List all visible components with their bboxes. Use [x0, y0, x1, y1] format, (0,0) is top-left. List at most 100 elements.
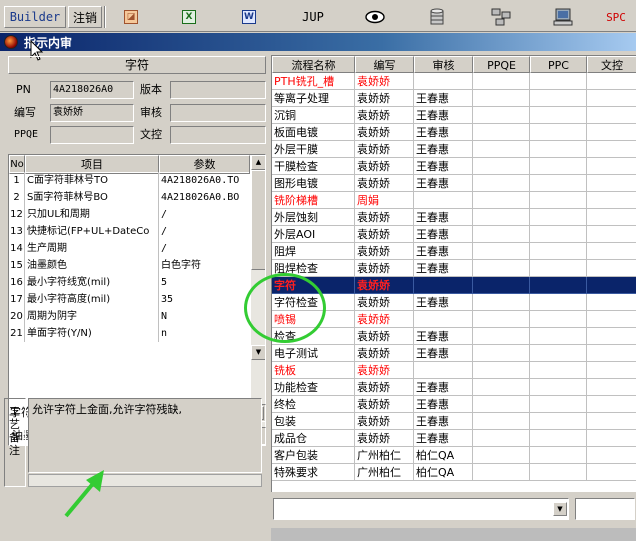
jup-button[interactable]: JUP — [290, 6, 336, 28]
col-ppqe-header[interactable]: PPQE — [473, 56, 530, 73]
notes-label-box: 工艺备注 — [4, 398, 26, 487]
flow-row[interactable]: 干膜检查 袁娇娇 王春惠 — [272, 158, 636, 175]
flow-row[interactable]: 电子测试 袁娇娇 王春惠 — [272, 345, 636, 362]
ppqe-cell — [473, 209, 530, 226]
spc-button[interactable]: SPC — [598, 6, 634, 28]
flow-row[interactable]: 字符检查 袁娇娇 王春惠 — [272, 294, 636, 311]
param-row[interactable]: 21 单面字符(Y/N) n — [9, 325, 250, 342]
author-cell: 袁娇娇 — [355, 158, 414, 175]
ppc-cell — [530, 260, 587, 277]
flow-row[interactable]: 特殊要求 广州柏仁 柏仁QA — [272, 464, 636, 481]
flow-row[interactable]: PTH铣孔_槽 袁娇娇 — [272, 73, 636, 90]
filter-input[interactable] — [575, 498, 635, 520]
flow-row[interactable]: 外层蚀刻 袁娇娇 王春惠 — [272, 209, 636, 226]
reviewer-cell: 王春惠 — [414, 260, 473, 277]
control-cell — [587, 260, 636, 277]
param-row[interactable]: 17 最小字符高度(mil) 35 — [9, 291, 250, 308]
flow-row[interactable]: 功能检查 袁娇娇 王春惠 — [272, 379, 636, 396]
flow-row[interactable]: 图形电镀 袁娇娇 王春惠 — [272, 175, 636, 192]
flow-row[interactable]: 客户包装 广州柏仁 柏仁QA — [272, 447, 636, 464]
logout-button[interactable]: 注销 — [68, 6, 102, 28]
col-control-header[interactable]: 文控 — [587, 56, 636, 73]
flow-row[interactable]: 板面电镀 袁娇娇 王春惠 — [272, 124, 636, 141]
param-row[interactable]: 20 周期为阴字 N — [9, 308, 250, 325]
app-icon[interactable] — [4, 35, 18, 49]
flow-row[interactable]: 沉铜 袁娇娇 王春惠 — [272, 107, 636, 124]
param-row[interactable]: 13 快捷标记(FP+UL+DateCo / — [9, 223, 250, 240]
word-button[interactable]: W — [226, 6, 272, 28]
col-reviewer-header[interactable]: 审核 — [414, 56, 473, 73]
builder-button[interactable]: Builder — [4, 6, 66, 28]
flow-row[interactable]: 检查 袁娇娇 王春惠 — [272, 328, 636, 345]
param-row[interactable]: 2 S面字符菲林号BO 4A218026A0.BO — [9, 189, 250, 206]
ppc-cell — [530, 107, 587, 124]
flow-row[interactable]: 等离子处理 袁娇娇 王春惠 — [272, 90, 636, 107]
eye-button[interactable] — [352, 6, 398, 28]
reviewer-cell: 王春惠 — [414, 90, 473, 107]
review-label: 审核 — [140, 106, 162, 119]
param-value-cell: N — [161, 311, 168, 322]
ppc-cell — [530, 226, 587, 243]
col-ppc-header[interactable]: PPC — [530, 56, 587, 73]
excel-button[interactable]: X — [166, 6, 212, 28]
flow-row[interactable]: 包装 袁娇娇 王春惠 — [272, 413, 636, 430]
database-button[interactable] — [414, 6, 460, 28]
param-row[interactable]: 16 最小字符线宽(mil) 5 — [9, 274, 250, 291]
process-name-cell: 客户包装 — [272, 447, 355, 464]
process-name-cell: 外层干膜 — [272, 141, 355, 158]
ppqe-cell — [473, 328, 530, 345]
flow-row[interactable]: 阻焊 袁娇娇 王春惠 — [272, 243, 636, 260]
ppc-cell — [530, 294, 587, 311]
ppc-cell — [530, 464, 587, 481]
pn-field[interactable]: 4A218026A0 — [50, 81, 134, 99]
param-row[interactable]: 1 C面字符菲林号TO 4A218026A0.TO — [9, 172, 250, 189]
col-author-header[interactable]: 编写 — [355, 56, 414, 73]
ppc-cell — [530, 73, 587, 90]
scroll-up-arrow-icon[interactable]: ▲ — [251, 155, 265, 170]
param-row[interactable]: 15 油墨颜色 白色字符 — [9, 257, 250, 274]
window-titlebar[interactable]: 指示内审 — [0, 33, 636, 51]
review-field[interactable] — [170, 104, 266, 122]
author-cell: 袁娇娇 — [355, 124, 414, 141]
chart-button[interactable]: ◪ — [108, 6, 154, 28]
notes-textarea[interactable]: 允许字符上金面,允许字符残缺, — [28, 398, 262, 473]
control-cell — [587, 158, 636, 175]
ppqe-cell — [473, 175, 530, 192]
flow-row[interactable]: 铣板 袁娇娇 — [272, 362, 636, 379]
dropdown-arrow-icon[interactable]: ▼ — [553, 502, 567, 516]
ppc-cell — [530, 430, 587, 447]
param-row[interactable]: 12 只加UL和周期 / — [9, 206, 250, 223]
author-field[interactable]: 袁娇娇 — [50, 104, 134, 122]
param-value-cell: / — [161, 243, 168, 254]
control-cell — [587, 226, 636, 243]
ppqe-field[interactable] — [50, 126, 134, 144]
flow-row[interactable]: 外层AOI 袁娇娇 王春惠 — [272, 226, 636, 243]
flow-row[interactable]: 字符 袁娇娇 — [272, 277, 636, 294]
control-cell — [587, 362, 636, 379]
control-cell — [587, 447, 636, 464]
filter-select[interactable]: ▼ — [273, 498, 569, 520]
control-field[interactable] — [170, 126, 266, 144]
param-row[interactable]: 14 生产周期 / — [9, 240, 250, 257]
param-item-cell: S面字符菲林号BO — [25, 189, 159, 206]
flow-row[interactable]: 阻焊检查 袁娇娇 王春惠 — [272, 260, 636, 277]
flow-row[interactable]: 终检 袁娇娇 王春惠 — [272, 396, 636, 413]
author-cell: 袁娇娇 — [355, 107, 414, 124]
ppqe-cell — [473, 73, 530, 90]
flow-row[interactable]: 铣阶梯槽 周娟 — [272, 192, 636, 209]
network-button[interactable] — [478, 6, 524, 28]
version-field[interactable] — [170, 81, 266, 99]
scroll-thumb[interactable] — [251, 170, 265, 270]
computer-button[interactable] — [540, 6, 586, 28]
flow-row[interactable]: 喷锡 袁娇娇 — [272, 311, 636, 328]
scroll-down-arrow-icon[interactable]: ▼ — [251, 345, 265, 360]
col-process-name-header[interactable]: 流程名称 — [272, 56, 355, 73]
flow-row[interactable]: 成品仓 袁娇娇 王春惠 — [272, 430, 636, 447]
control-cell — [587, 311, 636, 328]
ppqe-cell — [473, 413, 530, 430]
author-cell: 袁娇娇 — [355, 413, 414, 430]
author-cell: 袁娇娇 — [355, 396, 414, 413]
chart-icon: ◪ — [124, 10, 138, 24]
flow-row[interactable]: 外层干膜 袁娇娇 王春惠 — [272, 141, 636, 158]
ppc-cell — [530, 447, 587, 464]
